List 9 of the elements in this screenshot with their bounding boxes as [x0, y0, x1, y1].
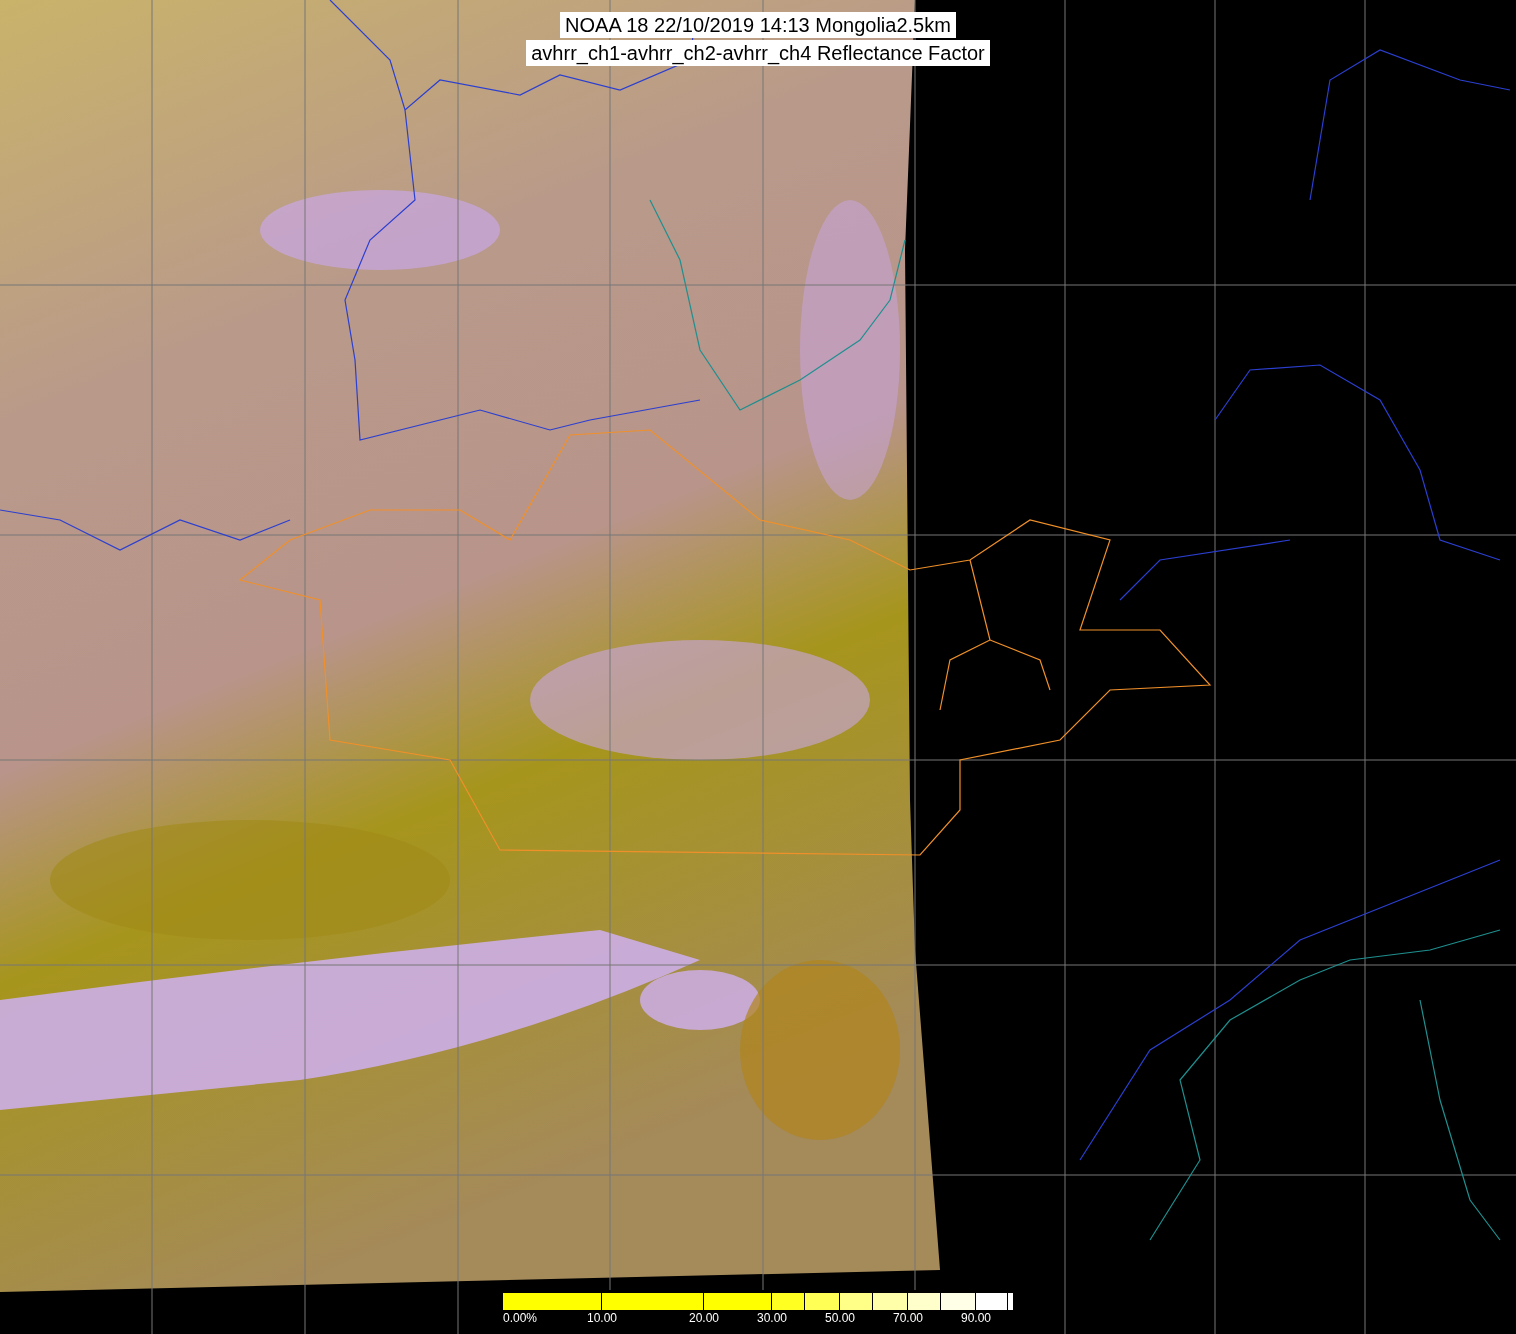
scale-label: 30.00	[757, 1311, 787, 1325]
scale-label: 0.00%	[503, 1311, 538, 1325]
map-title: NOAA 18 22/10/2019 14:13 Mongolia2.5km	[560, 12, 956, 38]
map-title: avhrr_ch1-avhrr_ch2-avhrr_ch4 Reflectance Factor	[526, 40, 990, 66]
scale-label: 70.00	[893, 1311, 923, 1325]
scale-label: 50.00	[825, 1311, 855, 1325]
scale-label: 10.00	[587, 1311, 617, 1325]
scale-label: 90.00	[961, 1311, 991, 1325]
scale-label: 20.00	[689, 1311, 719, 1325]
